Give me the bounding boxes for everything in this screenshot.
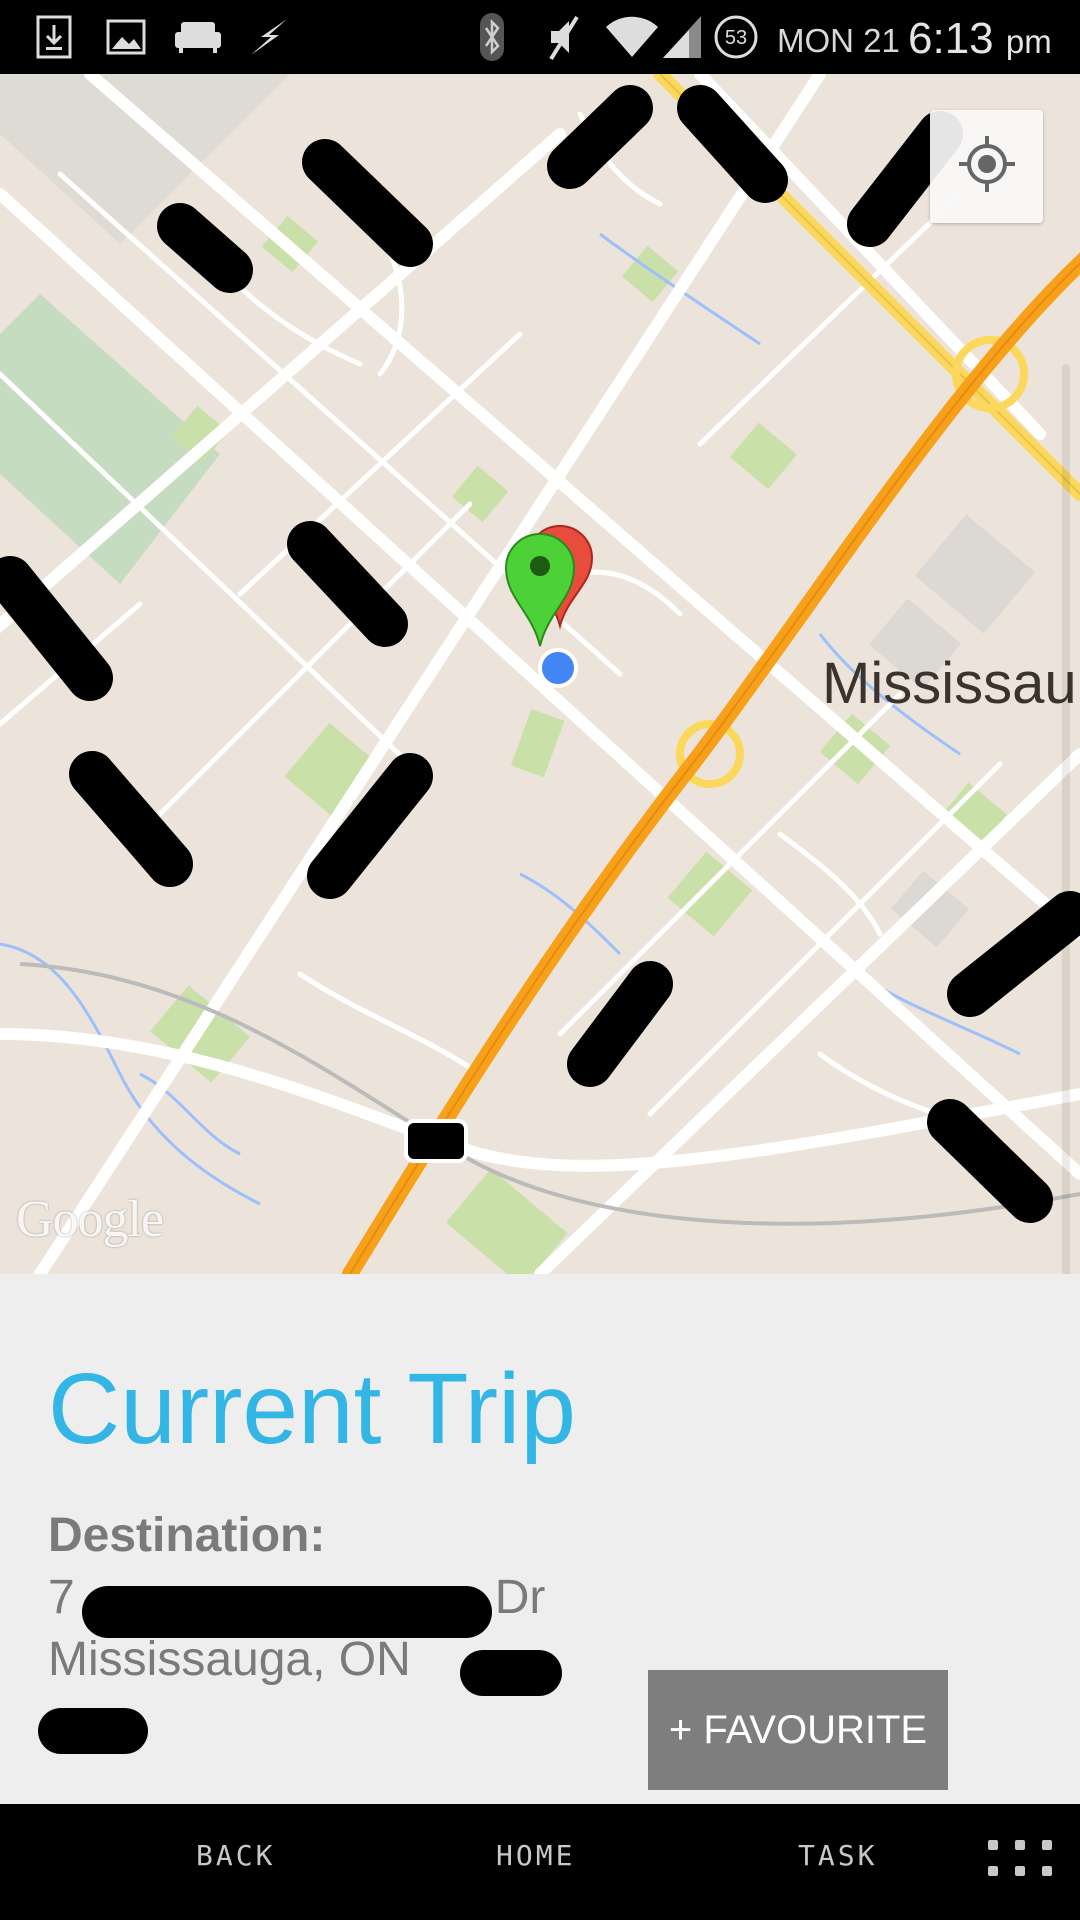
map-city-label: Mississau <box>822 651 1077 716</box>
status-time-value: 6:13 <box>908 14 994 63</box>
redaction-mark <box>38 1708 148 1754</box>
address-line-1-end: Dr <box>494 1571 546 1624</box>
badge-icon: 53 <box>712 10 760 64</box>
menu-dots-icon[interactable] <box>984 1834 1056 1884</box>
status-date: MON 21 <box>777 22 900 59</box>
status-time: 6:13 pm <box>908 14 1052 64</box>
trip-title: Current Trip <box>48 1353 576 1465</box>
wifi-icon <box>604 10 660 64</box>
favourite-button[interactable]: + FAVOURITE <box>648 1670 948 1790</box>
map-scrollbar[interactable] <box>1062 364 1070 1274</box>
status-bar: 53 MON 21 6:13 pm <box>0 0 1080 74</box>
map-view[interactable]: Mississau Google <box>0 74 1080 1274</box>
back-button[interactable]: BACK <box>190 1838 281 1873</box>
home-button[interactable]: HOME <box>490 1838 581 1873</box>
address-line-2: Mississauga, ON <box>48 1633 411 1686</box>
navigation-bar: BACK HOME TASK <box>0 1804 1080 1920</box>
redaction-mark <box>82 1586 492 1638</box>
address-line-1-start: 7 <box>48 1571 75 1624</box>
my-location-button[interactable] <box>930 110 1043 223</box>
image-icon <box>104 10 148 64</box>
badge-count: 53 <box>725 27 747 49</box>
bluetooth-icon <box>474 10 510 64</box>
task-button[interactable]: TASK <box>792 1838 883 1873</box>
flash-icon <box>246 10 292 64</box>
destination-label: Destination: <box>48 1509 326 1562</box>
sofa-icon <box>170 10 226 64</box>
trip-panel: Current Trip Destination: 7 Dr Mississaug… <box>0 1274 1080 1804</box>
signal-icon <box>660 10 704 64</box>
crosshair-icon <box>957 134 1017 199</box>
redaction-mark <box>460 1650 562 1696</box>
mute-icon <box>540 10 586 64</box>
google-logo: Google <box>16 1191 164 1248</box>
status-ampm: pm <box>1005 23 1052 60</box>
download-icon <box>32 10 76 64</box>
